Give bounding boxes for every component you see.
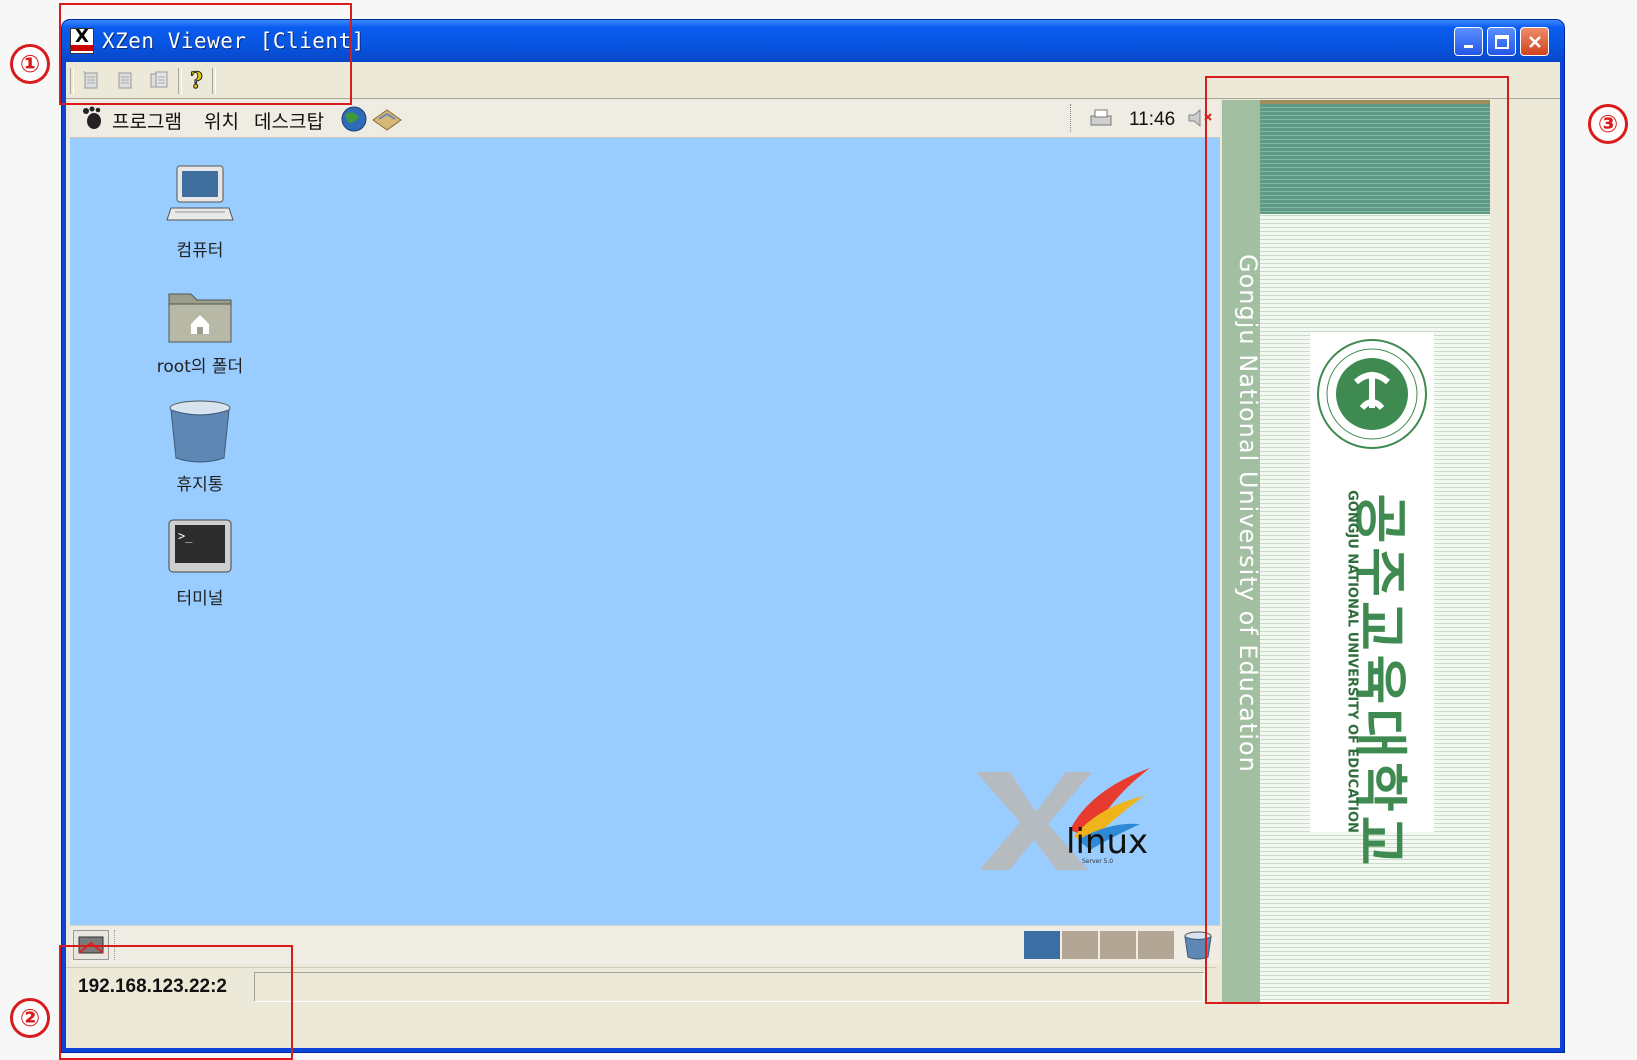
panel-separator <box>114 930 117 960</box>
banner-top-band <box>1260 100 1490 214</box>
menu-programs[interactable]: 프로그램 <box>112 107 182 134</box>
close-button[interactable] <box>1520 27 1549 56</box>
toolbar-separator <box>212 68 216 94</box>
university-seal-icon <box>1317 339 1427 449</box>
window-title: XZen Viewer [Client] <box>102 29 365 53</box>
toolbar-grip <box>70 68 74 94</box>
web-browser-icon[interactable] <box>340 105 368 133</box>
status-field <box>254 972 1204 1002</box>
banner-english-vertical: Gongju National University of Education <box>1234 254 1262 773</box>
svg-text:?: ? <box>190 68 203 92</box>
help-icon: ? <box>190 68 204 92</box>
window-client-area: ? 프로그램 위치 데스크탑 11:46 컴퓨터 root의 폴더 휴지통 >_… <box>66 62 1560 1048</box>
desktop-icon-home-folder[interactable]: root의 폴더 <box>130 284 270 377</box>
menu-desktop[interactable]: 데스크탑 <box>254 107 324 134</box>
desktop-icon-terminal[interactable]: >_ 터미널 <box>130 516 270 609</box>
computer-icon <box>166 165 234 221</box>
remote-desktop[interactable]: 프로그램 위치 데스크탑 11:46 컴퓨터 root의 폴더 휴지통 >_ 터… <box>70 100 1220 964</box>
university-english-name: GONGJU NATIONAL UNIVERSITY OF EDUCATION <box>1344 490 1360 833</box>
doc-paste-icon <box>150 71 168 88</box>
callout-1: ① <box>10 44 50 84</box>
workspace-4[interactable] <box>1138 931 1174 959</box>
callout-3: ③ <box>1588 104 1628 144</box>
doc-copy-icon <box>118 72 132 89</box>
minimize-button[interactable] <box>1454 27 1483 56</box>
xlinux-logo-subtext: Server 5.0 <box>1082 858 1114 865</box>
xzen-viewer-window: X XZen Viewer [Client] ? 프로그램 위치 데스크탑 11… <box>62 20 1564 1052</box>
workspace-2[interactable] <box>1062 931 1098 959</box>
xlinux-logo-text: linux <box>1066 822 1149 862</box>
svg-text:>_: >_ <box>178 529 193 543</box>
maximize-icon <box>1494 34 1509 49</box>
home-folder-icon <box>168 293 232 343</box>
terminal-icon: >_ <box>168 519 232 573</box>
printer-icon[interactable] <box>1088 108 1114 128</box>
minimize-icon <box>1463 44 1473 48</box>
title-bar[interactable]: X XZen Viewer [Client] <box>62 20 1564 62</box>
desktop-icon-trash[interactable]: 휴지통 <box>130 398 270 495</box>
mail-icon[interactable] <box>371 106 403 132</box>
workspace-3[interactable] <box>1100 931 1136 959</box>
toolbar-button-new[interactable] <box>78 67 104 93</box>
toolbar-button-copy[interactable] <box>112 67 138 93</box>
viewer-statusbar: 192.168.123.22:2 <box>66 967 1216 1008</box>
desktop-icon-computer[interactable]: 컴퓨터 <box>130 162 270 261</box>
maximize-button[interactable] <box>1487 27 1516 56</box>
menu-places[interactable]: 위치 <box>204 107 239 134</box>
volume-muted-icon[interactable] <box>1186 108 1216 128</box>
desktop-icon-label: 터미널 <box>176 589 224 609</box>
panel-clock[interactable]: 11:46 <box>1129 109 1175 131</box>
gnome-bottom-panel <box>70 925 1220 964</box>
panel-separator <box>1070 104 1073 132</box>
university-banner: Gongju National University of Education … <box>1222 100 1490 1004</box>
toolbar-button-paste[interactable] <box>146 67 172 93</box>
trash-icon <box>169 400 231 463</box>
show-desktop-button[interactable] <box>73 930 109 960</box>
show-desktop-icon <box>78 936 104 954</box>
desktop-icon-label: 휴지통 <box>176 475 224 495</box>
gnome-foot-icon[interactable] <box>80 105 104 131</box>
xlinux-logo: linux Server 5.0 <box>970 760 1160 872</box>
callout-2: ② <box>10 998 50 1038</box>
close-icon <box>1528 35 1541 48</box>
desktop-icon-label: 컴퓨터 <box>176 241 224 261</box>
xzen-app-icon[interactable]: X <box>70 28 94 54</box>
desktop-icon-label: root의 폴더 <box>156 357 244 377</box>
connection-host: 192.168.123.22:2 <box>78 976 227 997</box>
panel-trash-icon[interactable] <box>1182 930 1214 960</box>
university-logo-card: 공주교육대학교 GONGJU NATIONAL UNIVERSITY OF ED… <box>1310 332 1434 869</box>
toolbar-button-help[interactable]: ? <box>184 67 210 93</box>
viewer-toolbar: ? <box>66 62 1560 99</box>
doc-new-icon <box>82 70 98 89</box>
workspace-1[interactable] <box>1024 931 1060 959</box>
gnome-top-panel: 프로그램 위치 데스크탑 11:46 <box>70 100 1220 138</box>
toolbar-separator <box>178 68 182 94</box>
